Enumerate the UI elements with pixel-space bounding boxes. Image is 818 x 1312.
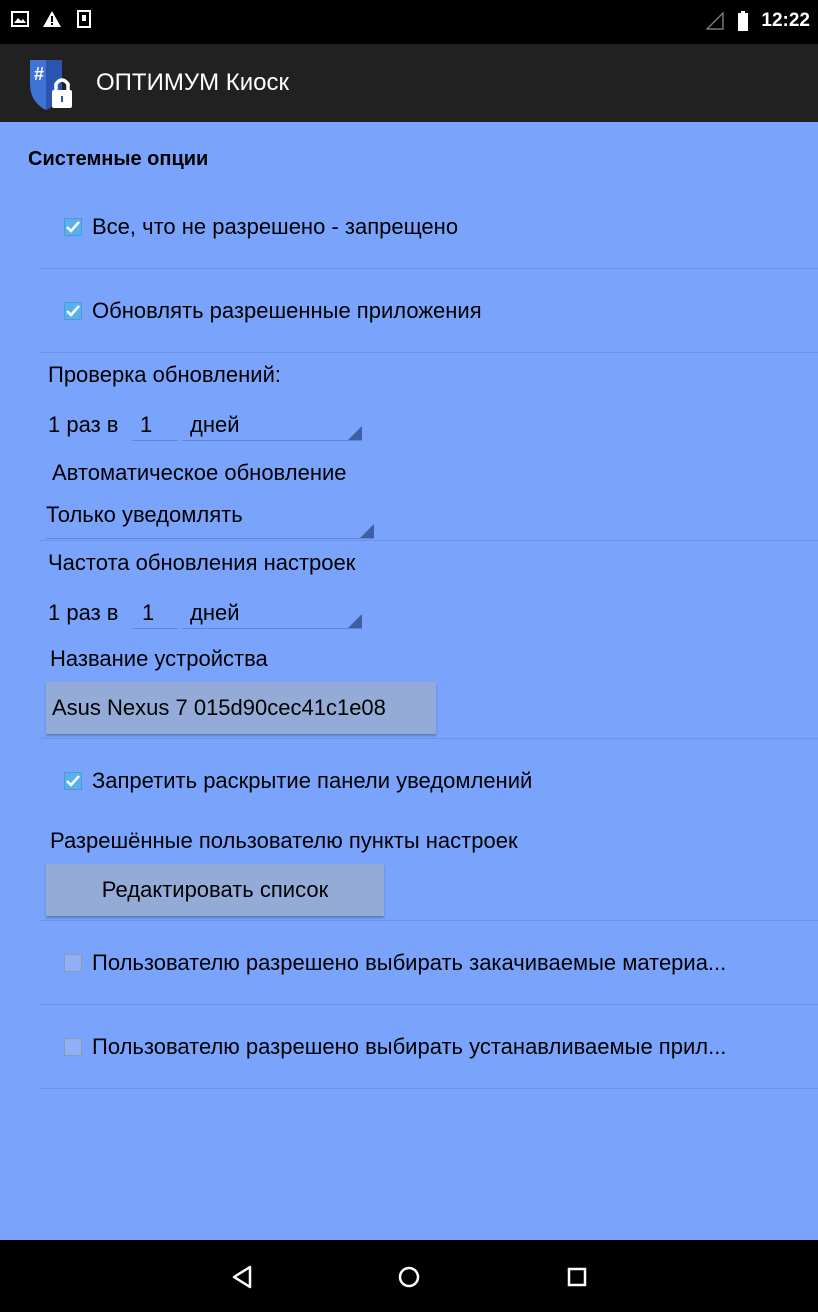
spinner-arrow-icon[interactable] bbox=[360, 524, 374, 538]
update-check-unit[interactable]: дней bbox=[190, 412, 240, 438]
checkbox-unchecked-icon[interactable] bbox=[64, 1038, 82, 1056]
divider bbox=[40, 1088, 818, 1089]
allow-downloads-label: Пользователю разрешено выбирать закачива… bbox=[92, 950, 727, 975]
signal-icon bbox=[705, 11, 725, 31]
svg-text:#: # bbox=[34, 64, 44, 84]
divider bbox=[40, 268, 818, 269]
section-title: Системные опции bbox=[28, 148, 209, 170]
spinner-arrow-icon[interactable] bbox=[348, 426, 362, 440]
back-icon[interactable] bbox=[225, 1260, 259, 1294]
warning-icon bbox=[42, 9, 62, 29]
block-notifications-label: Запретить раскрытие панели уведомлений bbox=[92, 768, 533, 793]
allowed-settings-label: Разрешённые пользователю пункты настроек bbox=[50, 828, 518, 853]
action-bar: # ОПТИМУМ Киоск bbox=[0, 44, 818, 122]
deny-all-label: Все, что не разрешено - запрещено bbox=[92, 214, 459, 239]
edit-list-button-label: Редактировать список bbox=[101, 877, 329, 902]
update-apps-checkbox[interactable]: Обновлять разрешенные приложения bbox=[64, 298, 482, 324]
image-notification-icon bbox=[10, 9, 30, 29]
settings-freq-input-underline bbox=[132, 628, 178, 629]
status-bar: 12:22 bbox=[0, 0, 818, 44]
block-notifications-checkbox[interactable]: Запретить раскрытие панели уведомлений bbox=[64, 768, 532, 794]
download-icon bbox=[74, 9, 94, 29]
recents-icon[interactable] bbox=[560, 1260, 594, 1294]
home-icon[interactable] bbox=[392, 1260, 426, 1294]
edit-list-button[interactable]: Редактировать список bbox=[46, 864, 384, 916]
checkbox-checked-icon[interactable] bbox=[64, 772, 82, 790]
divider bbox=[40, 540, 818, 541]
allow-downloads-checkbox[interactable]: Пользователю разрешено выбирать закачива… bbox=[64, 950, 814, 976]
deny-all-checkbox[interactable]: Все, что не разрешено - запрещено bbox=[64, 214, 458, 240]
settings-freq-prefix: 1 раз в bbox=[48, 600, 119, 625]
settings-freq-spinner-underline bbox=[182, 628, 362, 629]
settings-freq-label: Частота обновления настроек bbox=[48, 550, 356, 575]
checkbox-checked-icon[interactable] bbox=[64, 302, 82, 320]
auto-update-label: Автоматическое обновление bbox=[52, 460, 347, 485]
status-time: 12:22 bbox=[761, 10, 810, 31]
shield-lock-icon: # bbox=[22, 54, 82, 114]
navigation-bar bbox=[0, 1240, 818, 1312]
settings-freq-value[interactable]: 1 bbox=[142, 600, 154, 626]
device-name-field[interactable]: Asus Nexus 7 015d90cec41c1e08 bbox=[46, 682, 436, 734]
app-title: ОПТИМУМ Киоск bbox=[96, 69, 289, 96]
update-apps-label: Обновлять разрешенные приложения bbox=[92, 298, 482, 323]
battery-icon bbox=[733, 11, 753, 31]
device-name-value: Asus Nexus 7 015d90cec41c1e08 bbox=[52, 695, 386, 720]
divider bbox=[40, 1004, 818, 1005]
spinner-arrow-icon[interactable] bbox=[348, 614, 362, 628]
divider bbox=[40, 738, 818, 739]
allow-install-apps-label: Пользователю разрешено выбирать устанавл… bbox=[92, 1034, 727, 1059]
update-check-value[interactable]: 1 bbox=[140, 412, 152, 438]
settings-panel: Системные опции Все, что не разрешено - … bbox=[0, 122, 818, 1240]
auto-update-spinner-underline bbox=[46, 538, 374, 539]
checkbox-unchecked-icon[interactable] bbox=[64, 954, 82, 972]
divider bbox=[40, 352, 818, 353]
auto-update-select[interactable]: Только уведомлять bbox=[46, 502, 243, 528]
divider bbox=[40, 920, 818, 921]
allow-install-apps-checkbox[interactable]: Пользователю разрешено выбирать устанавл… bbox=[64, 1034, 814, 1060]
update-check-label: Проверка обновлений: bbox=[48, 362, 281, 387]
device-name-label: Название устройства bbox=[50, 646, 268, 671]
checkbox-checked-icon[interactable] bbox=[64, 218, 82, 236]
update-check-spinner-underline bbox=[182, 440, 362, 441]
update-check-input-underline bbox=[132, 440, 178, 441]
settings-freq-unit[interactable]: дней bbox=[190, 600, 240, 626]
update-check-prefix: 1 раз в bbox=[48, 412, 119, 437]
